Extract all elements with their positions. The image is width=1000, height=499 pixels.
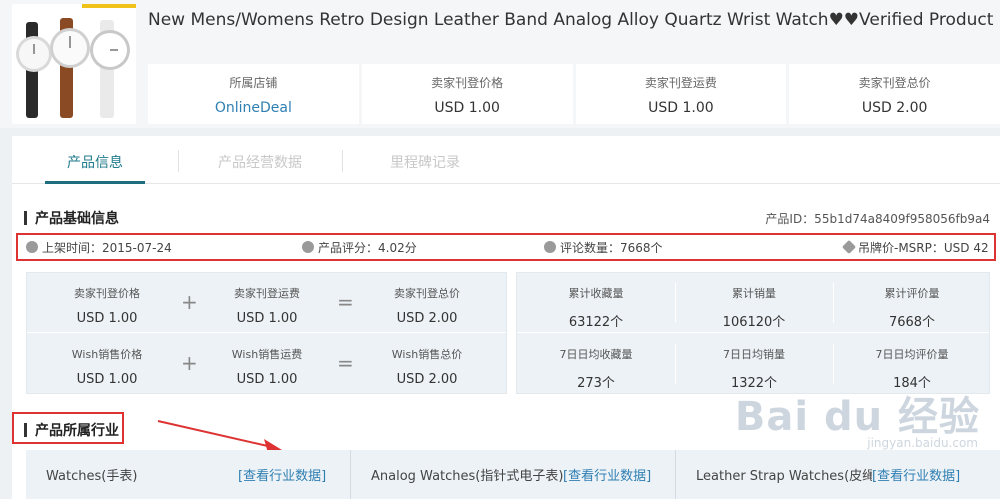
product-id: 产品ID：55b1d74a8409f958056fb9a4 <box>765 212 990 226</box>
review-count: 评论数量：7668个 <box>544 239 663 256</box>
cell-label: Wish销售运费 <box>231 348 303 361</box>
stat-value: USD 1.00 <box>648 100 714 116</box>
total-reviews-cell: 累计评价量 7668个 <box>833 273 991 333</box>
product-thumbnail[interactable] <box>12 4 136 124</box>
cell-label: 累计销量 <box>732 287 776 300</box>
msrp: 吊牌价-MSRP：USD 42 <box>841 239 989 256</box>
total-sales-cell: 累计销量 106120个 <box>675 273 833 333</box>
wish-total-cell: Wish销售总价 USD 2.00 <box>347 334 507 394</box>
seller-total-cell: 卖家刊登总价 USD 2.00 <box>347 273 507 333</box>
tab-bar: 产品信息 产品经营数据 里程碑记录 <box>12 136 1000 184</box>
cell-value: USD 2.00 <box>396 372 458 387</box>
section-title-text: 产品基础信息 <box>35 211 119 227</box>
comment-icon <box>302 241 314 253</box>
wish-shipping-cell: Wish销售运费 USD 1.00 <box>187 334 347 394</box>
cell-value: USD 1.00 <box>236 311 298 326</box>
total-favorites-cell: 累计收藏量 63122个 <box>517 273 675 333</box>
cell-label: 卖家刊登价格 <box>74 287 140 300</box>
seller-price-row: 卖家刊登价格 USD 1.00 + 卖家刊登运费 USD 1.00 = 卖家刊登… <box>27 273 506 333</box>
cell-value: USD 1.00 <box>76 372 138 387</box>
msrp-text: 吊牌价-MSRP：USD 42 <box>858 240 989 255</box>
view-industry-data-link[interactable]: [查看行业数据] <box>238 465 326 484</box>
tab-divider <box>342 150 343 172</box>
price-breakdown: 卖家刊登价格 USD 1.00 + 卖家刊登运费 USD 1.00 = 卖家刊登… <box>26 272 507 394</box>
seller-price-cell: 卖家刊登价格 USD 1.00 <box>27 273 187 333</box>
stat-label: 所属店铺 <box>229 76 278 90</box>
product-title: New Mens/Womens Retro Design Leather Ban… <box>148 10 994 30</box>
cell-value: 273个 <box>577 376 615 391</box>
industry-name: Analog Watches(指针式电子表) <box>371 469 564 484</box>
rating: 产品评分：4.02分 <box>302 239 417 256</box>
view-industry-data-link[interactable]: [查看行业数据] <box>563 465 651 484</box>
tab-operating-data[interactable]: 产品经营数据 <box>218 152 302 172</box>
industry-title-highlight: 产品所属行业 <box>12 412 124 444</box>
cell-label: Wish销售总价 <box>391 348 463 361</box>
wish-price-row: Wish销售价格 USD 1.00 + Wish销售运费 USD 1.00 = … <box>27 334 506 394</box>
cell-value: USD 1.00 <box>76 311 138 326</box>
cell-label: 卖家刊登总价 <box>394 287 460 300</box>
header-stats: 所属店铺 OnlineDeal 卖家刊登价格 USD 1.00 卖家刊登运费 U… <box>148 64 1000 124</box>
cell-label: 累计收藏量 <box>568 287 624 300</box>
tab-milestones[interactable]: 里程碑记录 <box>390 152 460 172</box>
tab-product-info[interactable]: 产品信息 <box>67 152 123 172</box>
rating-text: 产品评分：4.02分 <box>318 240 417 255</box>
baidu-watermark-url: jingyan.baidu.com <box>867 436 978 450</box>
cell-label: 7日日均评价量 <box>875 348 949 361</box>
industry-item: Analog Watches(指针式电子表) [查看行业数据] <box>351 450 676 499</box>
stat-label: 卖家刊登运费 <box>644 76 717 90</box>
section-bar <box>24 423 27 437</box>
listed-date-text: 上架时间：2015-07-24 <box>42 240 172 255</box>
cell-label: 7日日均收藏量 <box>559 348 633 361</box>
basic-info-bar: 上架时间：2015-07-24 产品评分：4.02分 评论数量：7668个 吊牌… <box>16 233 996 261</box>
view-industry-data-link[interactable]: [查看行业数据] <box>872 465 961 484</box>
section-title-basic: 产品基础信息 <box>24 208 119 228</box>
seller-shipping-cell: 卖家刊登运费 USD 1.00 <box>187 273 347 333</box>
listed-date: 上架时间：2015-07-24 <box>26 239 172 256</box>
stat-store: 所属店铺 OnlineDeal <box>148 64 359 124</box>
section-title-industry: 产品所属行业 <box>24 420 119 440</box>
stat-value: USD 2.00 <box>861 100 928 116</box>
tag-icon <box>841 239 857 255</box>
stat-listing-total: 卖家刊登总价 USD 2.00 <box>789 64 1000 124</box>
store-link[interactable]: OnlineDeal <box>148 100 359 116</box>
cell-label: 卖家刊登运费 <box>234 287 300 300</box>
daily-favorites-cell: 7日日均收藏量 273个 <box>517 334 675 394</box>
baidu-watermark: Bai du 经验 <box>734 394 980 440</box>
stat-listing-price: 卖家刊登价格 USD 1.00 <box>361 64 573 124</box>
stat-listing-shipping: 卖家刊登运费 USD 1.00 <box>575 64 787 124</box>
cell-value: USD 1.00 <box>236 372 298 387</box>
section-title-text: 产品所属行业 <box>35 423 119 439</box>
cell-value: 7668个 <box>888 315 936 330</box>
clock-icon <box>26 241 38 253</box>
industry-item: Leather Strap Watches(皮绳手表) [查看行业数据] <box>676 450 1000 499</box>
star-icon <box>544 241 556 253</box>
product-detail-page: New Mens/Womens Retro Design Leather Ban… <box>0 0 1000 499</box>
cell-label: Wish销售价格 <box>71 348 143 361</box>
cell-value: USD 2.00 <box>396 311 458 326</box>
active-tab-indicator <box>45 181 145 184</box>
watches-image <box>16 18 130 118</box>
main-panel: 产品信息 产品经营数据 里程碑记录 产品基础信息 产品ID：55b1d74a84… <box>12 136 1000 499</box>
thumbnail-accent <box>82 4 136 8</box>
tab-divider <box>178 150 179 172</box>
stat-label: 卖家刊登总价 <box>858 76 931 90</box>
stat-label: 卖家刊登价格 <box>431 76 504 90</box>
engagement-stats: 累计收藏量 63122个 累计销量 106120个 累计评价量 7668个 7日… <box>516 272 990 394</box>
section-bar <box>24 211 27 225</box>
totals-row: 累计收藏量 63122个 累计销量 106120个 累计评价量 7668个 <box>517 273 989 333</box>
product-header: New Mens/Womens Retro Design Leather Ban… <box>0 0 1000 128</box>
industry-list: Watches(手表) [查看行业数据] Analog Watches(指针式电… <box>26 450 1000 499</box>
cell-value: 63122个 <box>568 315 624 330</box>
cell-label: 累计评价量 <box>884 287 940 300</box>
stat-value: USD 1.00 <box>434 100 500 116</box>
industry-name: Watches(手表) <box>46 469 138 484</box>
cell-value: 106120个 <box>722 315 786 330</box>
industry-item: Watches(手表) [查看行业数据] <box>26 450 351 499</box>
review-count-text: 评论数量：7668个 <box>560 240 663 255</box>
wish-price-cell: Wish销售价格 USD 1.00 <box>27 334 187 394</box>
cell-label: 7日日均销量 <box>723 348 785 361</box>
